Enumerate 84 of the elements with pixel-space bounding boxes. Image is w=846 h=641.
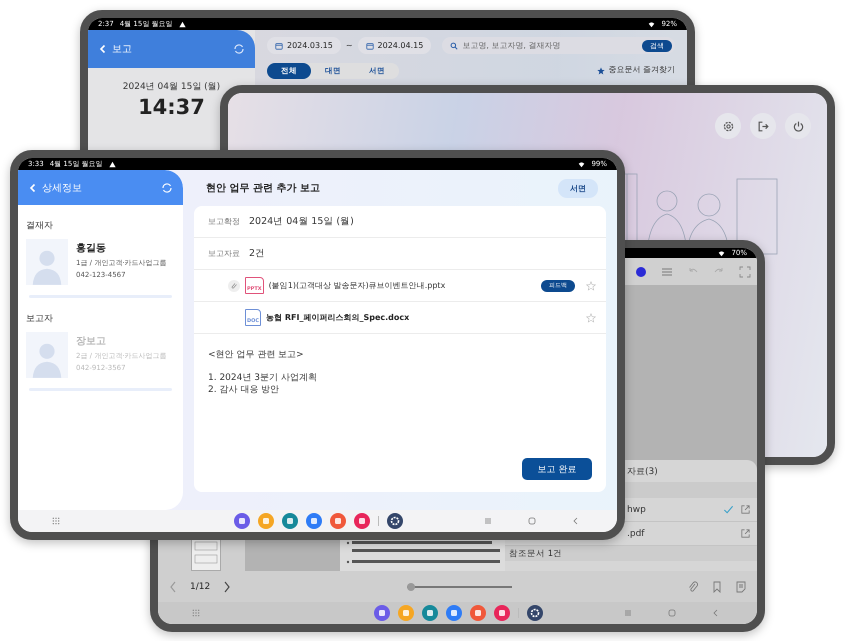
section-heading: 결재자 (26, 220, 54, 232)
external-link-icon[interactable] (740, 528, 751, 539)
previous-page-icon[interactable] (168, 580, 178, 594)
fullscreen-icon[interactable] (739, 266, 751, 278)
header-title: 보고 (112, 43, 133, 56)
calendar-icon (275, 42, 283, 50)
settings-app-icon[interactable] (387, 513, 403, 529)
report-body-heading: <현안 업무 관련 보고> (208, 349, 305, 361)
folder-app-icon[interactable] (258, 513, 274, 529)
avatar-placeholder (26, 332, 68, 378)
clock-date: 2024년 04월 15일 (월) (122, 81, 220, 93)
settings-button[interactable] (715, 113, 741, 139)
avatar-placeholder (26, 239, 68, 285)
logout-icon (756, 120, 770, 132)
contacts-app-icon[interactable] (470, 605, 486, 621)
person-name: 장보고 (76, 335, 107, 348)
memo-icon[interactable] (735, 580, 747, 592)
panel-title: 자료(3) (627, 466, 658, 478)
back-icon[interactable] (98, 44, 108, 54)
field-label: 보고확정 (208, 216, 240, 227)
home-icon[interactable] (667, 608, 677, 618)
header-title: 상세정보 (42, 182, 83, 194)
report-title: 현안 업무 관련 추가 보고 (206, 182, 320, 195)
recent-apps-icon[interactable] (623, 608, 633, 618)
camera-app-icon[interactable] (354, 513, 370, 529)
back-icon[interactable] (28, 182, 38, 192)
power-button[interactable] (785, 113, 811, 139)
star-icon[interactable] (586, 312, 596, 322)
reference-heading: 참조문서 1건 (509, 548, 562, 560)
field-value: 2건 (249, 247, 266, 260)
attachment-name[interactable]: .pdf (627, 528, 644, 538)
report-body-item: 1. 2024년 3분기 사업계획 (208, 373, 318, 385)
complete-report-button[interactable]: 보고 완료 (522, 458, 592, 480)
chat-app-icon[interactable] (306, 513, 322, 529)
star-icon (597, 67, 606, 75)
file-link[interactable]: (붙임1)(고객대상 발송문자)큐브이벤트안내.pptx (268, 280, 446, 291)
browser-app-icon[interactable] (374, 605, 390, 621)
pen-color-dot-icon[interactable] (635, 266, 647, 278)
warning-icon (108, 160, 116, 168)
star-icon[interactable] (586, 280, 596, 290)
attachment-icon[interactable] (228, 280, 240, 292)
page-counter: 1/12 (190, 582, 210, 592)
end-date-field[interactable]: 2024.04.15 (358, 37, 432, 54)
bookmark-icon[interactable] (711, 580, 723, 592)
chat-app-icon[interactable] (446, 605, 462, 621)
settings-app-icon[interactable] (527, 605, 543, 621)
contacts-app-icon[interactable] (330, 513, 346, 529)
logout-button[interactable] (750, 113, 776, 139)
wifi-icon (648, 20, 656, 28)
folder-app-icon[interactable] (398, 605, 414, 621)
app-grid-icon[interactable] (192, 609, 200, 617)
recent-apps-icon[interactable] (483, 516, 493, 526)
report-body-item: 2. 감사 대응 방안 (208, 384, 280, 396)
calendar-app-icon[interactable] (282, 513, 298, 529)
page-thumbnail-drawing[interactable] (191, 537, 221, 571)
wifi-icon (578, 160, 586, 168)
section-heading: 보고자 (26, 313, 54, 325)
browser-app-icon[interactable] (234, 513, 250, 529)
paperclip-icon[interactable] (687, 580, 699, 592)
attachment-name[interactable]: hwp (627, 504, 646, 514)
home-icon[interactable] (527, 516, 537, 526)
start-date-field[interactable]: 2024.03.15 (267, 37, 341, 54)
next-page-icon[interactable] (222, 580, 232, 594)
search-icon (450, 42, 458, 50)
date-range-separator: ~ (346, 41, 353, 50)
calendar-app-icon[interactable] (422, 605, 438, 621)
external-link-icon[interactable] (740, 504, 751, 515)
field-value: 2024년 04월 15일 (월) (249, 215, 354, 228)
refresh-icon[interactable] (233, 43, 245, 55)
menu-icon[interactable] (661, 266, 673, 278)
power-icon (792, 120, 804, 132)
camera-app-icon[interactable] (494, 605, 510, 621)
clock-time: 14:37 (138, 95, 205, 119)
warning-icon (178, 20, 186, 28)
wifi-icon (718, 250, 726, 256)
calendar-icon (366, 42, 374, 50)
file-link[interactable]: 농협 RFI_페이퍼리스회의_Spec.docx (266, 312, 410, 323)
slider-thumb[interactable] (407, 582, 416, 590)
favorites-link[interactable]: 중요문서 즐겨찾기 (608, 64, 675, 74)
person-name: 홍길동 (76, 242, 107, 255)
gear-icon (722, 120, 734, 132)
app-grid-icon[interactable] (52, 517, 60, 525)
report-type-badge: 서면 (558, 178, 598, 198)
field-label: 보고자료 (208, 248, 240, 259)
